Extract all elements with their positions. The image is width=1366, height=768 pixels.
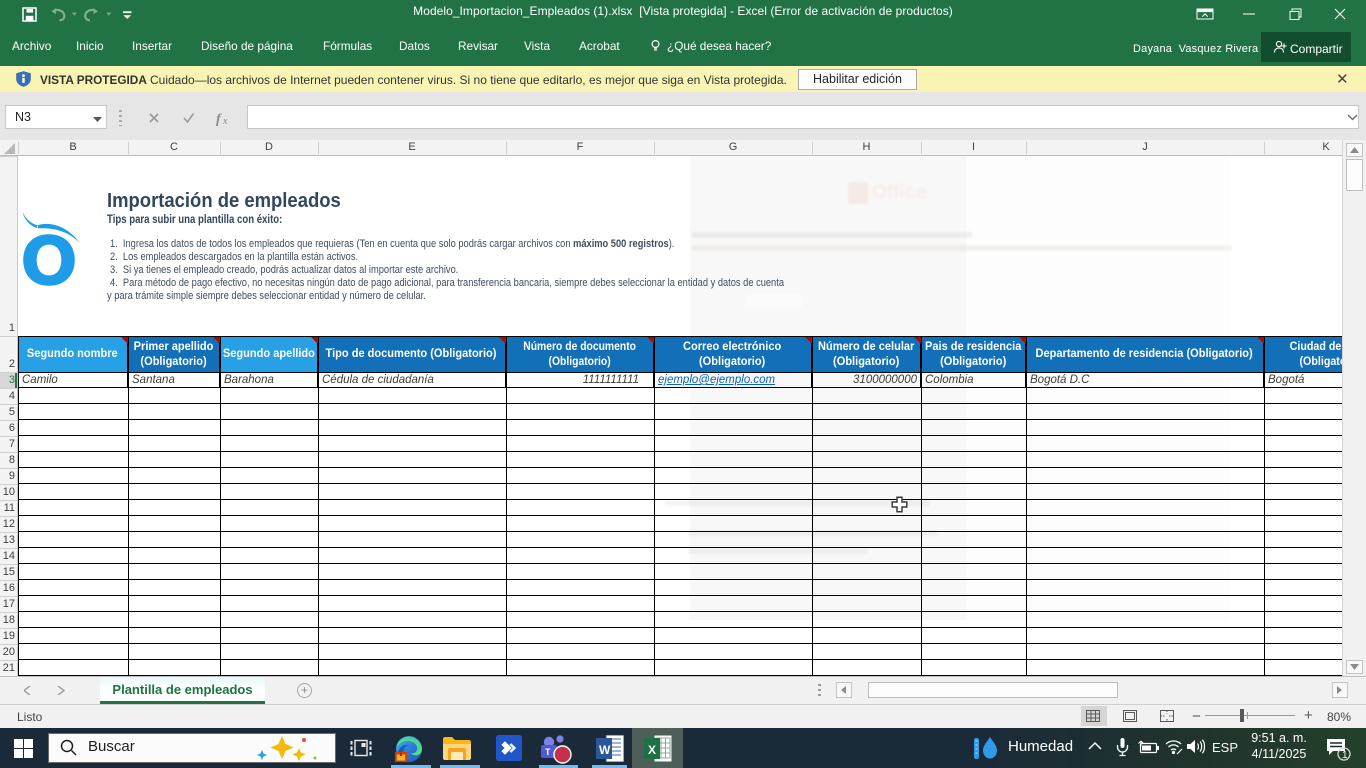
- svg-text:1: 1: [1342, 750, 1348, 761]
- svg-text:X: X: [648, 743, 656, 757]
- svg-text:T: T: [545, 747, 551, 757]
- svg-text:x: x: [222, 116, 228, 127]
- svg-text:f: f: [216, 112, 222, 127]
- svg-text:W: W: [599, 743, 611, 757]
